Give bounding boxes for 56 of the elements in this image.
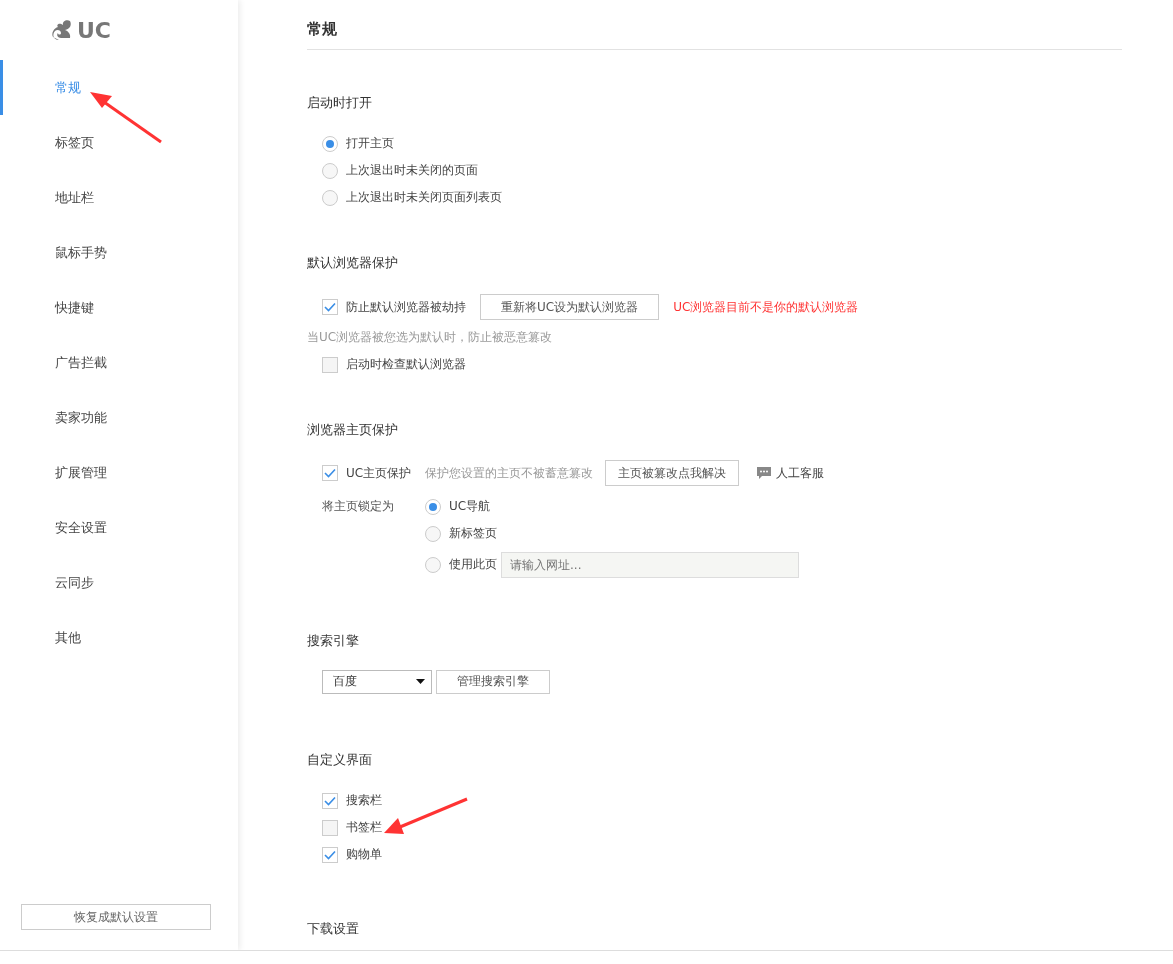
radio-label: 上次退出时未关闭的页面 [346, 162, 478, 179]
logo-text: UC [77, 17, 111, 43]
set-default-button[interactable]: 重新将UC设为默认浏览器 [480, 294, 660, 320]
squirrel-logo-icon [51, 19, 73, 41]
fix-homepage-button[interactable]: 主页被篡改点我解决 [605, 460, 740, 486]
page-title: 常规 [307, 20, 1122, 50]
radio-button[interactable] [425, 556, 441, 573]
sidebar-item[interactable]: 安全设置 [0, 500, 238, 555]
support-link[interactable]: 人工客服 [757, 464, 825, 482]
radio-button[interactable] [425, 498, 441, 515]
sidebar-item[interactable]: 云同步 [0, 555, 238, 610]
section-heading: 自定义界面 [307, 751, 373, 769]
section-heading: 浏览器主页保护 [307, 421, 399, 439]
checkbox-label: 书签栏 [346, 819, 382, 836]
url-input[interactable]: 请输入网址... [501, 551, 799, 578]
radio-label: 上次退出时未关闭页面列表页 [346, 189, 502, 206]
radio-button[interactable] [425, 525, 441, 542]
sidebar-item[interactable]: 其他 [0, 610, 238, 665]
section-heading: 启动时打开 [307, 94, 373, 112]
sidebar-item[interactable]: 卖家功能 [0, 390, 238, 445]
sidebar-item[interactable]: 标签页 [0, 115, 238, 170]
checkbox-label: 购物单 [346, 846, 382, 863]
sidebar-item[interactable]: 广告拦截 [0, 335, 238, 390]
chat-icon [757, 466, 772, 480]
radio-button[interactable] [322, 162, 338, 179]
radio-label: 新标签页 [449, 525, 497, 542]
manage-search-button[interactable]: 管理搜索引擎 [436, 669, 550, 694]
radio-button[interactable] [322, 189, 338, 206]
checkbox[interactable] [322, 846, 338, 863]
caret-icon [416, 679, 425, 684]
lock-label: 将主页锁定为 [322, 498, 395, 515]
reset-defaults-button[interactable]: 恢复成默认设置 [21, 904, 211, 930]
section-heading: 搜索引擎 [307, 632, 360, 650]
search-engine-dropdown[interactable]: 百度 [322, 669, 432, 694]
section-heading: 默认浏览器保护 [307, 254, 399, 272]
checkbox[interactable] [322, 792, 338, 809]
checkbox[interactable] [322, 819, 338, 836]
radio-label: UC导航 [449, 498, 491, 515]
sidebar-item[interactable]: 鼠标手势 [0, 225, 238, 280]
hint-text: 保护您设置的主页不被蓄意篡改 [425, 464, 594, 482]
radio-label: 使用此页 [449, 556, 497, 573]
sidebar-item[interactable]: 扩展管理 [0, 445, 238, 500]
section-heading: 下载设置 [307, 920, 360, 938]
checkbox-label: UC主页保护 [346, 464, 412, 482]
sidebar-item[interactable]: 快捷键 [0, 280, 238, 335]
checkbox-label: 防止默认浏览器被劫持 [346, 298, 466, 316]
radio-label: 打开主页 [346, 135, 394, 152]
checkbox-label: 搜索栏 [346, 792, 382, 809]
checkbox[interactable] [322, 356, 338, 373]
hint-text: 当UC浏览器被您选为默认时，防止被恶意篡改 [307, 329, 553, 346]
checkbox-label: 启动时检查默认浏览器 [346, 356, 466, 373]
checkbox[interactable] [322, 299, 338, 315]
radio-button[interactable] [322, 135, 338, 152]
warning-text: UC浏览器目前不是你的默认浏览器 [673, 298, 859, 316]
checkbox[interactable] [322, 465, 338, 481]
sidebar-item[interactable]: 地址栏 [0, 170, 238, 225]
